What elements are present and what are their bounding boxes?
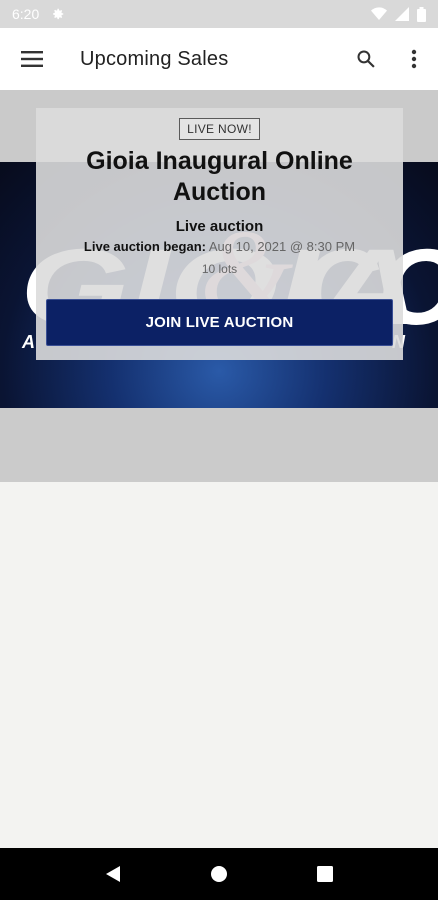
status-bar: 6:20: [0, 0, 438, 28]
sale-type: Live auction: [175, 218, 264, 235]
svg-text:A: A: [21, 332, 35, 352]
page-title: Upcoming Sales: [80, 47, 229, 70]
began-label: Live auction began:: [83, 239, 206, 254]
sale-card[interactable]: LIVE NOW! Gioia Inaugural Online Auction…: [36, 108, 403, 360]
app-bar: Upcoming Sales: [0, 28, 438, 90]
wifi-icon: [371, 7, 387, 21]
gear-icon: [51, 7, 65, 21]
signal-icon: [395, 7, 409, 21]
system-nav-bar: [0, 848, 438, 900]
lot-count: 10 lots: [201, 262, 238, 276]
recents-icon[interactable]: [305, 854, 345, 894]
back-icon[interactable]: [93, 854, 133, 894]
search-icon[interactable]: [342, 28, 390, 90]
join-live-auction-button[interactable]: JOIN LIVE AUCTION: [46, 299, 393, 346]
battery-icon: [417, 6, 426, 22]
home-icon[interactable]: [199, 854, 239, 894]
banner-bottom-band: [0, 408, 438, 482]
hamburger-menu-icon[interactable]: [0, 28, 64, 90]
content-area: [0, 482, 438, 848]
more-vert-icon[interactable]: [390, 28, 438, 90]
status-time: 6:20: [12, 6, 40, 22]
live-now-badge: LIVE NOW!: [179, 118, 260, 140]
began-value: Aug 10, 2021 @ 8:30 PM: [208, 239, 356, 254]
sale-began: Live auction began: Aug 10, 2021 @ 8:30 …: [36, 239, 403, 254]
sale-title: Gioia Inaugural Online Auction: [86, 147, 353, 206]
